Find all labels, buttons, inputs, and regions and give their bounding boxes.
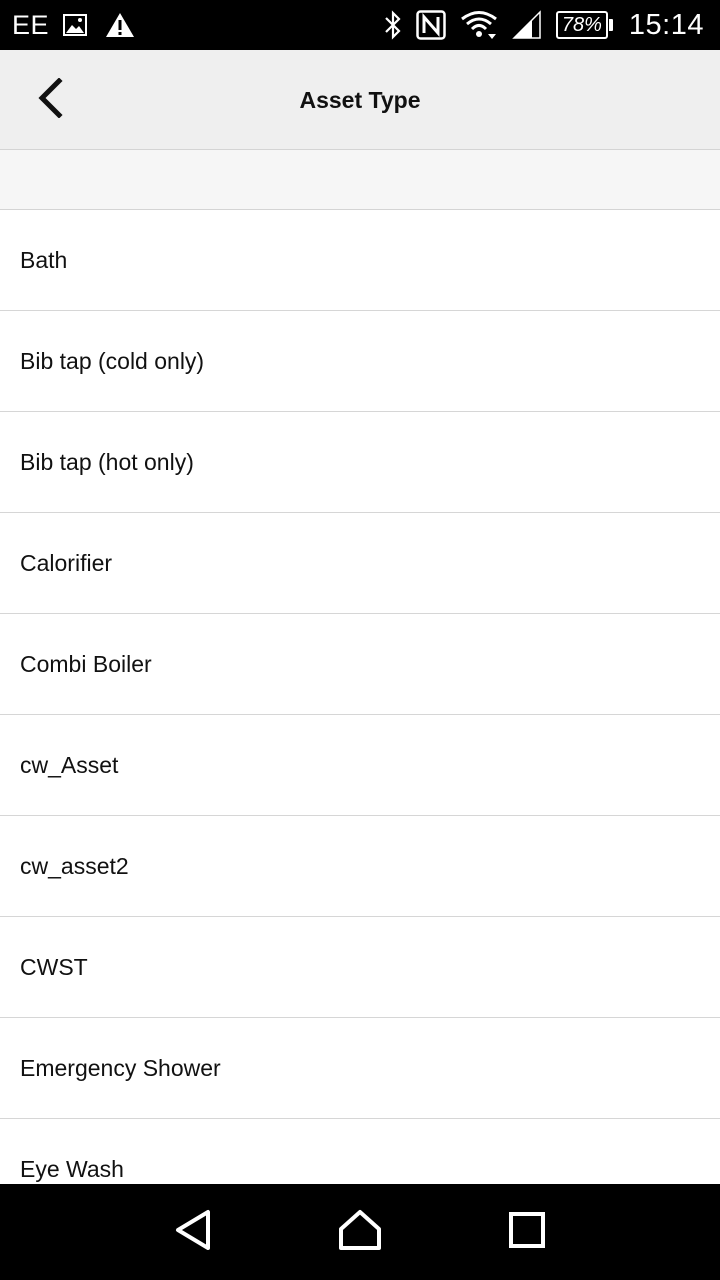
- status-bar-right: 78% 15:14: [370, 0, 704, 50]
- nav-recents-button[interactable]: [487, 1192, 567, 1272]
- bluetooth-icon: [384, 10, 402, 40]
- status-bar: EE 78% 15:14: [0, 0, 720, 50]
- list-item[interactable]: Eye Wash: [0, 1119, 720, 1184]
- home-icon: [338, 1209, 382, 1256]
- nav-back-button[interactable]: [153, 1192, 233, 1272]
- status-bar-left: EE: [12, 0, 153, 50]
- back-triangle-icon: [173, 1209, 213, 1256]
- carrier-label: EE: [12, 9, 50, 40]
- warning-icon: [105, 12, 135, 38]
- clock: 15:14: [628, 8, 704, 41]
- nfc-icon: [416, 10, 446, 40]
- app-bar: Asset Type: [0, 50, 720, 150]
- wifi-icon: [460, 10, 498, 40]
- list-item[interactable]: CWST: [0, 917, 720, 1018]
- list-item[interactable]: Emergency Shower: [0, 1018, 720, 1119]
- list-item[interactable]: Calorifier: [0, 513, 720, 614]
- navigation-bar: [0, 1184, 720, 1280]
- signal-icon: [512, 10, 542, 40]
- battery-level: 78%: [555, 11, 608, 39]
- asset-type-list: Bath Bib tap (cold only) Bib tap (hot on…: [0, 210, 720, 1184]
- list-item[interactable]: cw_asset2: [0, 816, 720, 917]
- page-title: Asset Type: [299, 86, 421, 113]
- image-icon: [63, 14, 88, 36]
- recents-square-icon: [508, 1211, 546, 1254]
- search-strip[interactable]: [0, 150, 720, 210]
- list-item[interactable]: Bath: [0, 210, 720, 311]
- battery-icon: 78%: [555, 11, 613, 39]
- list-item[interactable]: Bib tap (hot only): [0, 412, 720, 513]
- list-item[interactable]: cw_Asset: [0, 715, 720, 816]
- list-item[interactable]: Combi Boiler: [0, 614, 720, 715]
- nav-home-button[interactable]: [320, 1192, 400, 1272]
- list-item[interactable]: Bib tap (cold only): [0, 311, 720, 412]
- battery-tip: [608, 19, 613, 31]
